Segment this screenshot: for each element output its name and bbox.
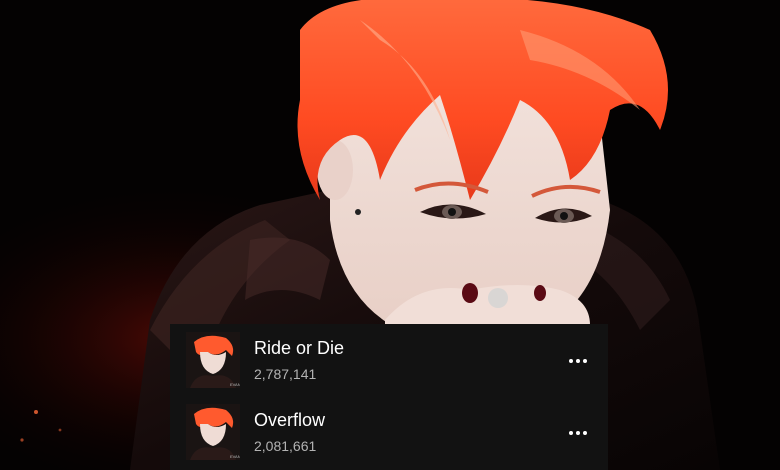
svg-text:EVAN: EVAN [230,454,240,459]
more-options-icon [569,431,587,435]
track-play-count: 2,081,661 [254,438,317,454]
more-options-button[interactable] [564,422,592,444]
more-options-button[interactable] [564,350,592,372]
track-title: Ride or Die [254,338,345,358]
album-cover-thumbnail: EVAN [186,404,240,460]
popular-tracks-panel: EVAN Ride or Die 2,787,141 EVAN Overflow [170,324,608,470]
track-row[interactable]: EVAN Overflow 2,081,661 [170,400,608,470]
track-title: Overflow [254,410,326,430]
track-play-count: 2,787,141 [254,366,317,382]
album-cover-thumbnail: EVAN [186,332,240,388]
track-row[interactable]: EVAN Ride or Die 2,787,141 [170,328,608,398]
svg-text:EVAN: EVAN [230,382,240,387]
more-options-icon [569,359,587,363]
artist-page: EVAN Ride or Die 2,787,141 EVAN Overflow [0,0,780,470]
